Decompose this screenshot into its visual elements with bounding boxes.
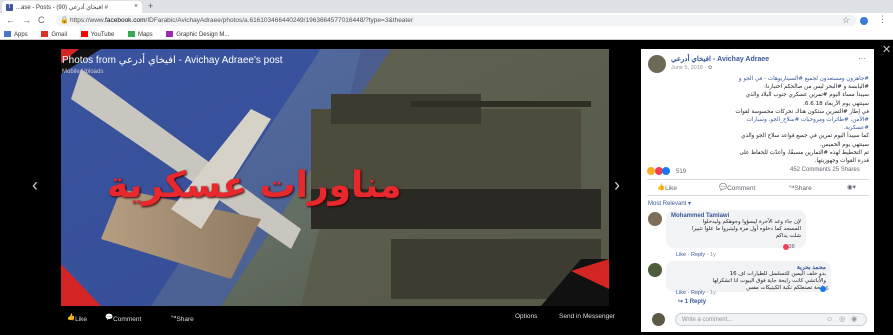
bookmark-youtube[interactable]: YouTube xyxy=(80,31,114,38)
tab-title: ...ase - Posts - افيخاي أدرعي (90) # xyxy=(16,5,108,11)
gmail-icon xyxy=(41,31,49,37)
comment-meta: Like · Reply · 1y xyxy=(676,290,716,296)
commenter-name[interactable]: محمد بحرية xyxy=(671,264,826,271)
post-text-line: في إطار #التمرين ستكون هناك تحركات محسوس… xyxy=(735,108,869,115)
commenter-avatar[interactable] xyxy=(648,212,662,226)
comment-reply-link[interactable]: Reply xyxy=(691,290,705,296)
post-text-line: #اليابسة و #البحر ليس من صالحكم اختبارنا… xyxy=(764,84,869,91)
post-text-line: سينتهي يوم الخميس. xyxy=(819,141,869,148)
comment-text-line: بدو خلف اليمين للتسلسل للطيارات اف 16 xyxy=(729,271,826,277)
post-text-line: #جاهزون ومستعدون لجميع #السيناريوهات - ف… xyxy=(738,76,869,82)
post-text-line: #عسكرية. xyxy=(843,125,869,132)
photo-action-bar: 👍 Like 💬 Comment ↪ Share Options Send in… xyxy=(61,310,615,324)
comment-text-line: لإن جاء وعد الآخرة ليسؤوا وجوهكم وليدخلو… xyxy=(702,219,801,225)
divider xyxy=(647,179,869,180)
youtube-icon xyxy=(80,31,88,37)
current-user-avatar xyxy=(652,313,665,326)
comment-button[interactable]: 💬 Comment xyxy=(719,183,755,192)
url-host: facebook.com xyxy=(105,17,146,24)
comment-age[interactable]: 1y xyxy=(710,290,716,296)
reaction-summary[interactable]: 519 xyxy=(647,167,686,175)
post-text-line: #الأمن، #طائرات ومروحيات #سلاح_الجو، وسي… xyxy=(746,117,870,124)
close-theater-icon[interactable]: ✕ xyxy=(882,43,891,56)
shares-count-link[interactable]: 25 Shares xyxy=(832,167,859,173)
new-tab-button[interactable]: + xyxy=(148,1,153,11)
apps-grid-icon xyxy=(4,31,11,37)
comments-count-link[interactable]: 452 Comments xyxy=(790,167,831,173)
comment-bubble: محمد بحرية بدو خلف اليمين للتسلسل للطيار… xyxy=(666,261,831,292)
engagement-counts: 452 Comments 25 Shares xyxy=(790,167,860,173)
divider xyxy=(647,195,869,196)
post-action-bar: 👍 Like 💬 Comment ↪ Share ◉▾ xyxy=(647,181,869,193)
url-path: /IDFarabic/AvichayAdraee/photos/a.616103… xyxy=(145,17,414,24)
post-author-name[interactable]: افيخاي أدرعي - Avichay Adraee xyxy=(671,55,769,63)
comment-age[interactable]: 1y xyxy=(710,252,716,258)
forward-arrow-icon[interactable]: → xyxy=(22,15,31,25)
reload-icon[interactable]: C xyxy=(38,15,45,25)
browser-toolbar: ← → C 🔒 https://www.facebook.com/IDFarab… xyxy=(0,13,893,28)
comment-like-link[interactable]: Like xyxy=(676,290,686,296)
comment-meta: Like · Reply · 1y xyxy=(676,252,716,258)
post-body-text: #جاهزون ومستعدون لجميع #السيناريوهات - ف… xyxy=(647,75,869,165)
bookmark-star-icon[interactable]: ☆ xyxy=(842,15,850,26)
maps-icon xyxy=(127,31,135,37)
bookmark-apps[interactable]: Apps xyxy=(4,31,28,38)
comment-text-line: والأباتشي كانت رايحة جاية فوق البيوت انا… xyxy=(712,278,826,284)
address-bar[interactable]: 🔒 https://www.facebook.com/IDFarabic/Avi… xyxy=(56,15,856,26)
extension-icon[interactable] xyxy=(860,17,868,25)
previous-photo-arrow-icon[interactable]: ‹ xyxy=(32,175,38,196)
design-icon xyxy=(166,31,174,37)
next-photo-arrow-icon[interactable]: › xyxy=(614,175,620,196)
post-more-options-icon[interactable]: ··· xyxy=(858,54,866,63)
author-avatar[interactable] xyxy=(648,55,666,73)
bookmark-graphic-design[interactable]: Graphic Design M... xyxy=(166,31,229,38)
photo-like-button[interactable]: 👍 Like xyxy=(67,313,87,323)
post-text-line: تم التخطيط لهذه #التمارين مسبقًا، وأعدّت… xyxy=(739,149,869,156)
haha-reaction-icon xyxy=(647,167,655,175)
like-button[interactable]: 👍 Like xyxy=(657,183,677,192)
lock-icon: 🔒 xyxy=(60,17,69,24)
share-audience-icon[interactable]: ◉▾ xyxy=(847,183,856,191)
browser-menu-icon[interactable]: ⋮ xyxy=(878,14,887,25)
back-arrow-icon[interactable]: ← xyxy=(6,15,15,25)
photo-share-button[interactable]: ↪ Share xyxy=(171,313,194,323)
post-text-line: كما سيبدأ اليوم تمرين في جميع قواعد سلاح… xyxy=(741,133,869,140)
tab-strip: f ...ase - Posts - افيخاي أدرعي (90) # ×… xyxy=(0,0,893,13)
reaction-count: 519 xyxy=(676,169,687,175)
browser-tab[interactable]: f ...ase - Posts - افيخاي أدرعي (90) # × xyxy=(2,1,142,13)
comment-like-link[interactable]: Like xyxy=(676,252,686,258)
comment-reaction-badge[interactable]: 38 xyxy=(783,244,795,250)
comment-reaction-badge[interactable]: 6 xyxy=(820,286,829,292)
bookmarks-bar: Apps Gmail YouTube Maps Graphic Design M… xyxy=(0,28,893,40)
facebook-favicon-icon: f xyxy=(6,4,13,11)
bookmark-gmail[interactable]: Gmail xyxy=(41,31,67,38)
photo-comment-button[interactable]: 💬 Comment xyxy=(105,313,141,323)
post-text-line: قدرة القوات وجهوزيتها. xyxy=(814,158,869,165)
comment-bubble: Mohammed Tamlawi لإن جاء وعد الآخرة ليسؤ… xyxy=(666,210,806,248)
comment-sort-dropdown[interactable]: Most Relevant ▾ xyxy=(648,200,691,207)
tab-close-icon[interactable]: × xyxy=(134,3,138,10)
comment-extra-text: شلت يداكم xyxy=(775,233,801,239)
post-text-line: سيبدأ مساء اليوم #تمرين عسكري جنوب البلا… xyxy=(745,92,869,99)
post-date[interactable]: June 5, 2018 · ✿ xyxy=(671,65,712,71)
view-replies-link[interactable]: ↪ 1 Reply xyxy=(678,298,706,305)
commenter-avatar[interactable] xyxy=(648,263,662,277)
url-scheme: https://www. xyxy=(70,17,106,24)
photo-album-subtitle[interactable]: Mobile Uploads xyxy=(62,69,103,75)
photo-album-title[interactable]: Photos from افيخاي أدرعي - Avichay Adrae… xyxy=(62,55,283,66)
bookmark-maps[interactable]: Maps xyxy=(127,31,153,38)
comment-text-line: المسجد كما دخلوه أول مرة وليتبروا ما علو… xyxy=(691,226,801,232)
comment-reply-link[interactable]: Reply xyxy=(691,252,705,258)
like-reaction-icon xyxy=(662,167,671,175)
share-button[interactable]: ↪ Share xyxy=(789,183,812,192)
comment-attachment-icons[interactable]: ☺ ◎ ◉ xyxy=(826,315,859,323)
send-in-messenger-link[interactable]: Send in Messenger xyxy=(559,313,615,320)
photo-options-link[interactable]: Options xyxy=(515,313,537,320)
photo-overlay-text: مناورات عسكرية xyxy=(107,165,402,206)
post-text-line: سينتهي يوم الأربعاء 6.6.18. xyxy=(803,100,869,107)
